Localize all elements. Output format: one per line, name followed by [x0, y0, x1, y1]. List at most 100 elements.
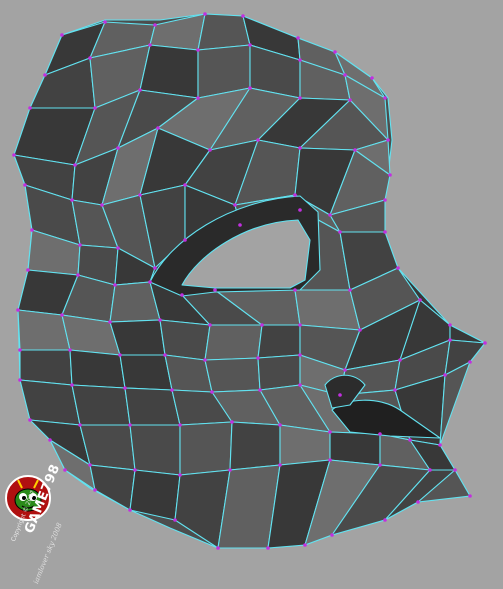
mesh-vertex[interactable]: [93, 106, 97, 110]
mesh-vertex[interactable]: [328, 430, 332, 434]
mesh-vertex[interactable]: [153, 23, 157, 27]
mesh-vertex[interactable]: [128, 508, 132, 512]
mesh-vertex[interactable]: [203, 12, 207, 16]
mesh-vertex[interactable]: [216, 546, 220, 550]
mesh-vertex[interactable]: [358, 328, 362, 332]
mesh-vertex[interactable]: [256, 138, 260, 142]
mesh-vertex[interactable]: [416, 500, 420, 504]
mesh-vertex[interactable]: [338, 230, 342, 234]
mesh-vertex[interactable]: [278, 463, 282, 467]
mesh-vertex[interactable]: [23, 183, 27, 187]
mesh-vertex[interactable]: [178, 423, 182, 427]
mesh-vertex[interactable]: [298, 58, 302, 62]
mesh-vertex[interactable]: [328, 213, 332, 217]
mesh-vertex[interactable]: [70, 198, 74, 202]
mesh-vertex[interactable]: [258, 388, 262, 392]
mesh-vertex[interactable]: [298, 208, 302, 212]
mesh-vertex[interactable]: [163, 353, 167, 357]
mesh-vertex[interactable]: [76, 273, 80, 277]
mesh-vertex[interactable]: [303, 543, 307, 547]
mesh-vertex[interactable]: [93, 488, 97, 492]
mesh-vertex[interactable]: [296, 36, 300, 40]
mesh-vertex[interactable]: [128, 423, 132, 427]
mesh-vertex[interactable]: [196, 96, 200, 100]
mesh-vertex[interactable]: [328, 458, 332, 462]
mesh-vertex[interactable]: [203, 358, 207, 362]
mesh-vertex[interactable]: [156, 126, 160, 130]
mesh-vertex[interactable]: [18, 378, 22, 382]
mesh-vertex[interactable]: [228, 468, 232, 472]
mesh-vertex[interactable]: [60, 313, 64, 317]
mesh-vertex[interactable]: [298, 383, 302, 387]
mesh-vertex[interactable]: [116, 146, 120, 150]
mesh-vertex[interactable]: [118, 353, 122, 357]
mesh-vertex[interactable]: [370, 76, 374, 80]
mesh-vertex[interactable]: [453, 468, 457, 472]
mesh-vertex[interactable]: [183, 238, 187, 242]
mesh-vertex[interactable]: [68, 348, 72, 352]
mesh-vertex[interactable]: [48, 438, 52, 442]
mesh-vertex[interactable]: [12, 153, 16, 157]
mesh-vertex[interactable]: [113, 283, 117, 287]
mesh-vertex[interactable]: [293, 288, 297, 292]
mesh-vertex[interactable]: [383, 518, 387, 522]
mesh-vertex[interactable]: [468, 360, 472, 364]
mesh-vertex[interactable]: [378, 463, 382, 467]
mesh-vertex[interactable]: [343, 368, 347, 372]
mesh-vertex[interactable]: [103, 20, 107, 24]
mesh-vertex[interactable]: [241, 14, 245, 18]
mesh-vertex[interactable]: [298, 146, 302, 150]
mesh-vertex[interactable]: [353, 148, 357, 152]
mesh-vertex[interactable]: [180, 293, 184, 297]
mesh-vertex[interactable]: [408, 438, 412, 442]
mesh-vertex[interactable]: [88, 56, 92, 60]
mesh-vertex[interactable]: [443, 373, 447, 377]
mesh-vertex[interactable]: [393, 388, 397, 392]
mesh-vertex[interactable]: [483, 341, 487, 345]
mesh-vertex[interactable]: [210, 390, 214, 394]
mesh-vertex[interactable]: [383, 198, 387, 202]
mesh-vertex[interactable]: [28, 106, 32, 110]
mesh-vertex[interactable]: [108, 320, 112, 324]
mesh-vertex[interactable]: [28, 418, 32, 422]
mesh-vertex[interactable]: [238, 223, 242, 227]
mesh-vertex[interactable]: [348, 288, 352, 292]
mesh-vertex[interactable]: [418, 298, 422, 302]
mesh-vertex[interactable]: [78, 243, 82, 247]
mesh-vertex[interactable]: [208, 148, 212, 152]
mesh-vertex[interactable]: [448, 338, 452, 342]
mesh-vertex[interactable]: [138, 193, 142, 197]
mesh-vertex[interactable]: [173, 518, 177, 522]
mesh-vertex[interactable]: [30, 228, 34, 232]
mesh-vertex[interactable]: [248, 43, 252, 47]
mesh-vertex[interactable]: [338, 393, 342, 397]
mesh-vertex[interactable]: [178, 473, 182, 477]
mesh-vertex[interactable]: [133, 468, 137, 472]
mesh-vertex[interactable]: [278, 423, 282, 427]
mesh-vertex[interactable]: [78, 423, 82, 427]
mesh-vertex[interactable]: [298, 96, 302, 100]
mesh-vertex[interactable]: [16, 308, 20, 312]
mesh-vertex[interactable]: [170, 388, 174, 392]
mesh-vertex[interactable]: [183, 183, 187, 187]
mesh-vertex[interactable]: [196, 48, 200, 52]
mesh-vertex[interactable]: [88, 463, 92, 467]
mesh-vertex[interactable]: [230, 420, 234, 424]
mesh-vertex[interactable]: [100, 203, 104, 207]
mesh-vertex[interactable]: [438, 443, 442, 447]
mesh-vertex[interactable]: [386, 138, 390, 142]
mesh-vertex[interactable]: [398, 358, 402, 362]
mesh-vertex[interactable]: [233, 203, 237, 207]
mesh-vertex[interactable]: [260, 323, 264, 327]
mesh-vertex[interactable]: [256, 356, 260, 360]
mesh-vertex[interactable]: [388, 173, 392, 177]
mesh-vertex[interactable]: [148, 280, 152, 284]
mesh-vertex[interactable]: [383, 96, 387, 100]
mesh-vertex[interactable]: [333, 50, 337, 54]
mesh-vertex[interactable]: [73, 163, 77, 167]
mesh-vertex[interactable]: [158, 318, 162, 322]
mesh-vertex[interactable]: [343, 73, 347, 77]
mesh-vertex[interactable]: [123, 386, 127, 390]
mesh-vertex[interactable]: [26, 268, 30, 272]
mesh-vertex[interactable]: [148, 43, 152, 47]
